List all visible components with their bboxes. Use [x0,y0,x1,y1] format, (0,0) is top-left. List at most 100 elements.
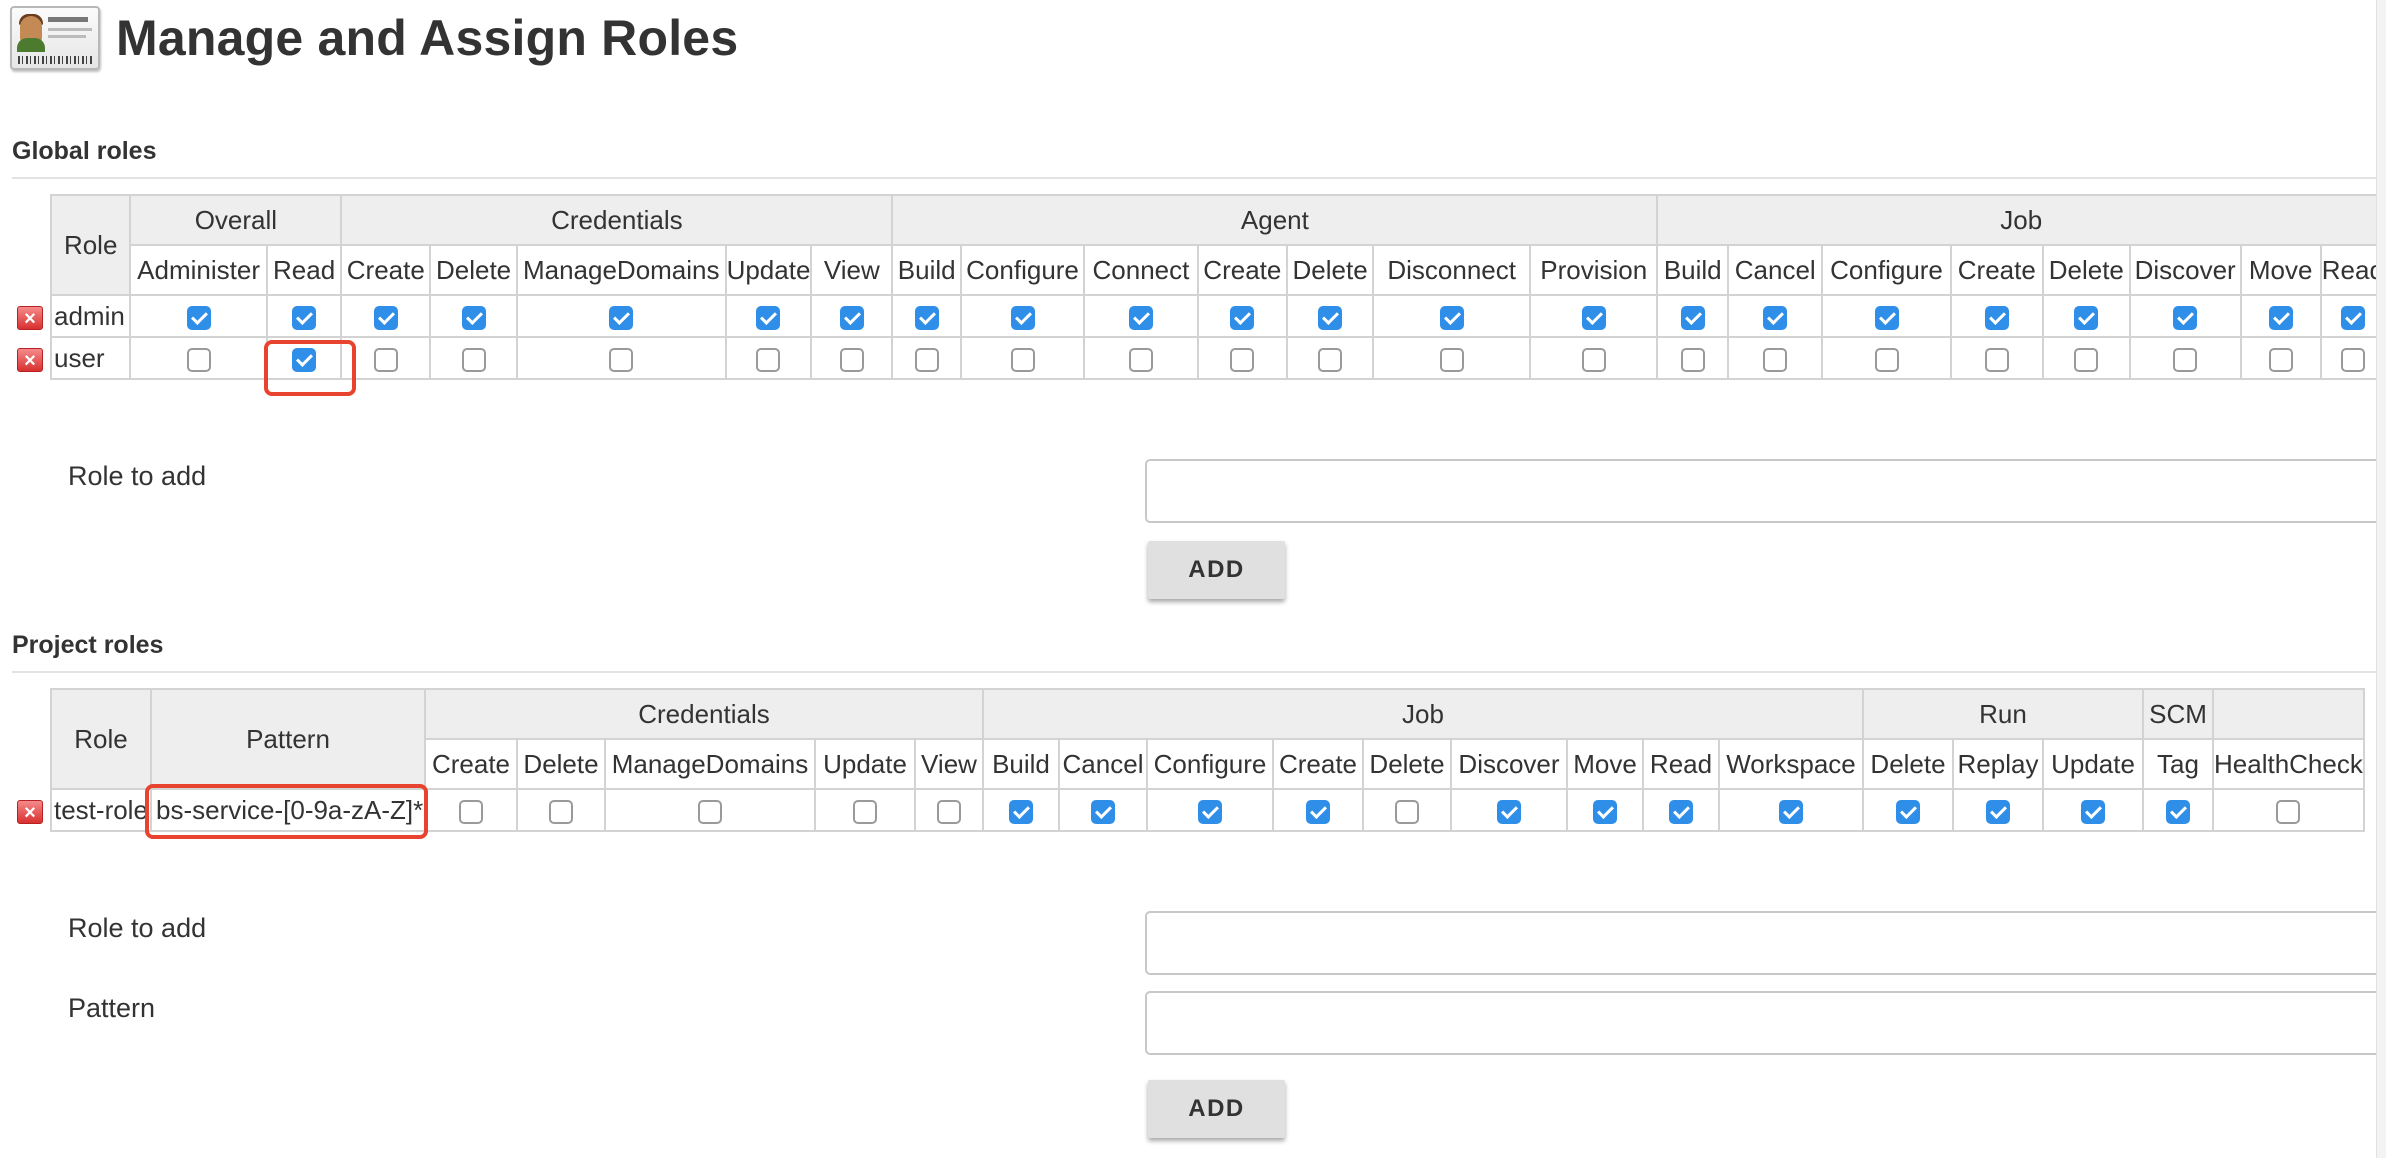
permission-checkbox-checked[interactable] [2268,305,2293,330]
permission-checkbox-checked[interactable] [1497,799,1521,824]
permission-checkbox[interactable] [2074,347,2099,372]
permission-checkbox[interactable] [1874,347,1899,372]
permission-checkbox[interactable] [2268,347,2293,372]
permission-checkbox[interactable] [2276,799,2301,824]
delete-role-icon[interactable]: × [17,306,43,330]
delete-role-icon[interactable]: × [17,800,43,824]
permission-checkbox-checked[interactable] [914,305,939,330]
permission-cell [1082,336,1199,380]
permission-checkbox[interactable] [937,799,961,824]
permission-checkbox[interactable] [839,347,864,372]
permission-cell [129,336,268,380]
permission-checkbox-checked[interactable] [1593,799,1617,824]
permission-checkbox-checked[interactable] [1874,305,1899,330]
permission-checkbox-checked[interactable] [2166,799,2190,824]
permission-checkbox-checked[interactable] [1318,305,1343,330]
permission-header: Cancel [1058,738,1148,790]
permission-checkbox-checked[interactable] [186,305,211,330]
permission-header: Update [814,738,916,790]
permission-checkbox[interactable] [1318,347,1343,372]
permission-checkbox[interactable] [609,347,634,372]
project-pattern-input[interactable] [1145,991,2386,1055]
global-role-to-add-label: Role to add [68,461,207,491]
permission-header: Workspace [1718,738,1864,790]
page-header: Manage and Assign Roles [10,3,738,73]
permission-header: Update [2042,738,2144,790]
permission-checkbox[interactable] [1395,799,1419,824]
permission-checkbox-checked[interactable] [1984,305,2009,330]
permission-checkbox-checked[interactable] [839,305,864,330]
permission-checkbox[interactable] [549,799,573,824]
project-roles-title: Project roles [12,631,164,659]
permission-checkbox[interactable] [2173,347,2198,372]
permission-cell [1372,294,1531,338]
permission-checkbox-checked[interactable] [1986,799,2010,824]
permission-checkbox[interactable] [373,347,398,372]
permission-checkbox-checked[interactable] [373,305,398,330]
permission-checkbox-checked[interactable] [2074,305,2099,330]
permission-checkbox-checked[interactable] [1198,799,1222,824]
permission-cell [1196,294,1288,338]
permission-checkbox[interactable] [698,799,722,824]
permission-checkbox-checked[interactable] [2081,799,2105,824]
permission-checkbox[interactable] [1984,347,2009,372]
permission-checkbox[interactable] [1128,347,1153,372]
permission-checkbox[interactable] [1680,347,1705,372]
permission-checkbox[interactable] [459,799,483,824]
permission-checkbox-checked[interactable] [1680,305,1705,330]
permission-checkbox-checked[interactable] [1230,305,1255,330]
global-role-to-add-input[interactable] [1145,459,2386,523]
permission-checkbox-checked[interactable] [609,305,634,330]
role-name: test-role [50,788,152,832]
permission-checkbox-checked[interactable] [292,305,317,330]
user-id-card-icon [10,6,100,70]
permission-cell [1272,788,1364,832]
permission-checkbox[interactable] [1581,347,1606,372]
role-row: user [49,336,2386,380]
permission-cell [2041,294,2131,338]
permission-checkbox[interactable] [1763,347,1788,372]
project-role-to-add-input[interactable] [1145,911,2386,975]
permission-checkbox[interactable] [914,347,939,372]
permission-cell [424,788,518,832]
permission-header: Delete [1362,738,1452,790]
permission-checkbox-checked[interactable] [1091,799,1115,824]
permission-checkbox[interactable] [1010,347,1035,372]
permission-checkbox[interactable] [2340,347,2365,372]
permission-checkbox[interactable] [461,347,486,372]
permission-checkbox-checked[interactable] [1306,799,1330,824]
permission-checkbox-checked[interactable] [1581,305,1606,330]
project-roles-divider [12,671,2386,673]
scrollbar[interactable] [2376,0,2386,1158]
global-add-button[interactable]: ADD [1148,541,1285,599]
permission-checkbox-checked[interactable] [1763,305,1788,330]
delete-role-icon[interactable]: × [17,348,43,372]
permission-checkbox-checked[interactable] [1439,305,1464,330]
permission-header: View [914,738,984,790]
permission-cell [2142,788,2214,832]
permission-checkbox[interactable] [1230,347,1255,372]
permission-checkbox-checked[interactable] [1128,305,1153,330]
permission-checkbox[interactable] [853,799,877,824]
permission-checkbox[interactable] [186,347,211,372]
permission-cell [1058,788,1148,832]
project-add-button[interactable]: ADD [1148,1080,1285,1138]
permission-header: Build [891,244,963,296]
permission-checkbox-checked[interactable] [1896,799,1920,824]
permission-checkbox[interactable] [1439,347,1464,372]
permission-checkbox-checked[interactable] [2340,305,2365,330]
permission-checkbox-checked[interactable] [756,305,781,330]
permission-checkbox-checked[interactable] [1009,799,1033,824]
permission-checkbox[interactable] [756,347,781,372]
permission-checkbox-checked[interactable] [1779,799,1803,824]
permission-header: ManageDomains [515,244,727,296]
permission-cell [1821,336,1952,380]
permission-checkbox-checked[interactable] [2173,305,2198,330]
permission-cell [914,788,984,832]
permission-checkbox-checked[interactable] [1669,799,1693,824]
permission-checkbox-checked[interactable] [461,305,486,330]
permission-checkbox-checked[interactable] [1010,305,1035,330]
permission-cell [515,294,727,338]
permission-cell [429,294,518,338]
permission-cell [1862,788,1954,832]
